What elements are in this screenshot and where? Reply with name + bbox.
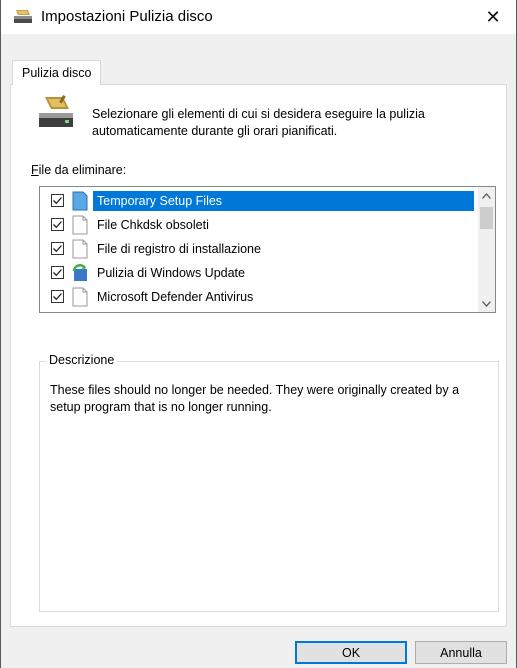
dialog-body: Pulizia disco Selezionare gli elementi d… [1,34,516,668]
tab-pulizia-disco[interactable]: Pulizia disco [12,60,102,85]
intro-text: Selezionare gli elementi di cui si desid… [92,107,425,138]
disk-cleanup-app-icon [13,9,33,25]
checkbox[interactable] [51,266,64,279]
blank-file-icon [72,215,88,235]
scroll-down-button[interactable] [478,295,495,312]
window-title: Impostazioni Pulizia disco [41,8,213,25]
scroll-up-button[interactable] [478,187,495,204]
list-scrollbar[interactable] [478,187,495,312]
description-legend: Descrizione [46,353,118,367]
blank-file-icon [72,239,88,259]
list-item[interactable]: File Chkdsk obsoleti [40,213,477,237]
list-item-label: File Chkdsk obsoleti [97,218,209,232]
list-item-label: Pulizia di Windows Update [97,266,245,280]
tab-label: Pulizia disco [22,66,92,80]
tab-panel: Selezionare gli elementi di cui si desid… [10,84,507,627]
list-item[interactable]: File di registro di installazione [40,237,477,261]
windows-update-icon [72,263,88,283]
ok-button[interactable]: OK [295,641,407,664]
checkbox[interactable] [51,242,64,255]
list-item-label: File di registro di installazione [97,242,261,256]
list-item[interactable]: Pulizia di Windows Update [40,261,477,285]
list-item-label: Temporary Setup Files [93,191,474,211]
files-to-delete-label: File da eliminare: [31,163,127,177]
cancel-button[interactable]: Annulla [415,641,507,664]
list-item-label: Microsoft Defender Antivirus [97,290,254,304]
list-item[interactable]: Temporary Setup Files [40,189,477,213]
close-button[interactable]: ✕ [470,0,516,34]
checkbox[interactable] [51,194,64,207]
blue-file-icon [72,191,88,211]
checkbox[interactable] [51,218,64,231]
checkbox[interactable] [51,290,64,303]
chevron-up-icon [482,192,491,199]
chevron-down-icon [482,300,491,307]
close-icon: ✕ [485,6,501,27]
blank-file-icon [72,287,88,307]
scroll-thumb[interactable] [480,207,493,229]
list-item[interactable]: Microsoft Defender Antivirus [40,285,477,309]
description-group: Descrizione These files should no longer… [39,353,499,612]
disk-cleanup-settings-window: Impostazioni Pulizia disco ✕ Pulizia dis… [0,0,517,668]
description-text: These files should no longer be needed. … [50,383,460,414]
disk-cleanup-icon [37,95,77,131]
files-list[interactable]: Temporary Setup Files File Chkdsk obsole… [39,186,496,313]
title-bar[interactable]: Impostazioni Pulizia disco ✕ [1,0,516,34]
